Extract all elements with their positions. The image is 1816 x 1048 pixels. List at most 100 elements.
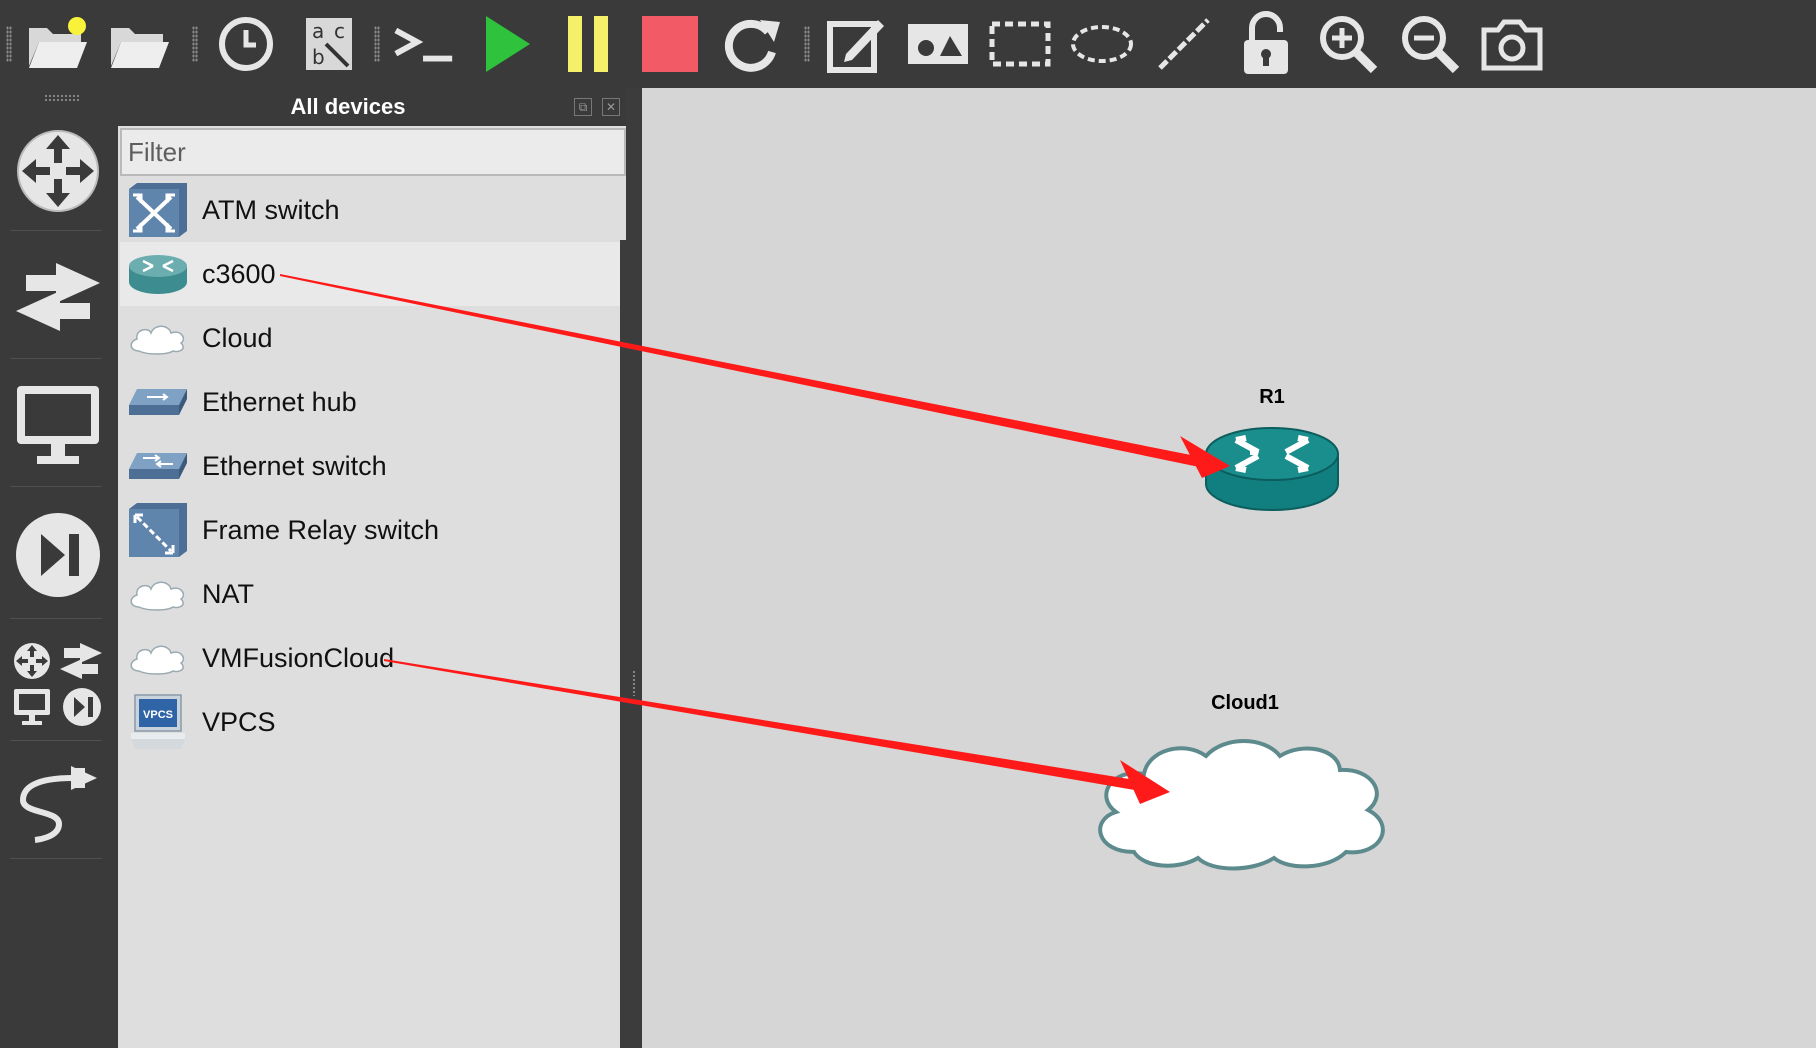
sidebar-separator xyxy=(10,230,102,231)
stop-all-button[interactable] xyxy=(636,10,704,78)
zoom-out-icon xyxy=(1402,16,1460,74)
add-link-button[interactable] xyxy=(10,748,106,858)
panel-header: All devices ⧉ ✕ xyxy=(118,88,630,126)
add-note-icon xyxy=(827,20,884,73)
node-label-r1: R1 xyxy=(1259,386,1285,408)
device-item-c3600[interactable]: c3600 xyxy=(120,242,626,306)
device-label: ATM switch xyxy=(202,194,340,225)
add-link-icon xyxy=(19,766,97,843)
snapshot-clock-icon xyxy=(219,17,273,71)
device-label: c3600 xyxy=(202,258,276,289)
draw-rectangle-icon xyxy=(989,21,1051,67)
reload-all-button[interactable] xyxy=(718,10,786,78)
add-note-button[interactable] xyxy=(822,10,890,78)
lock-button[interactable] xyxy=(1232,10,1300,78)
main-toolbar: a c b xyxy=(0,0,1816,88)
cloud-node-cloud1[interactable] xyxy=(1088,734,1404,872)
screenshot-button[interactable] xyxy=(1478,10,1546,78)
stop-icon xyxy=(642,16,698,72)
open-project-button[interactable] xyxy=(106,10,174,78)
pause-all-button[interactable] xyxy=(554,10,622,78)
device-item-atm-switch[interactable]: ATM switch xyxy=(120,178,626,242)
switches-icon xyxy=(16,263,100,331)
new-project-icon xyxy=(29,17,87,68)
toolbar-grip[interactable] xyxy=(192,26,198,62)
atm-switch-icon xyxy=(129,183,187,237)
device-item-vmfusioncloud[interactable]: VMFusionCloud xyxy=(120,626,626,690)
toolbar-grip[interactable] xyxy=(804,26,810,62)
end-devices-icon xyxy=(17,386,99,464)
device-item-nat[interactable]: NAT xyxy=(120,562,626,626)
device-item-frame-relay-switch[interactable]: Frame Relay switch xyxy=(120,498,626,562)
browse-switches-button[interactable] xyxy=(10,242,106,352)
browse-end-devices-button[interactable] xyxy=(10,370,106,480)
security-devices-icon xyxy=(16,513,100,597)
device-label: Cloud xyxy=(202,322,273,353)
device-label: VPCS xyxy=(202,706,276,737)
cloud-icon xyxy=(130,325,185,355)
svg-text:a: a xyxy=(312,19,324,43)
device-item-ethernet-switch[interactable]: Ethernet switch xyxy=(120,434,626,498)
device-list: ATM switch c3600 Cloud Ethernet hub Ethe… xyxy=(120,178,626,1048)
splitter-grip[interactable] xyxy=(632,670,636,696)
zoom-out-button[interactable] xyxy=(1396,10,1464,78)
panel-title: All devices xyxy=(118,90,578,124)
draw-ellipse-icon xyxy=(1071,25,1133,63)
topology-canvas[interactable] xyxy=(642,88,1816,1048)
start-all-button[interactable] xyxy=(472,10,540,78)
browse-security-devices-button[interactable] xyxy=(10,498,106,612)
draw-line-button[interactable] xyxy=(1150,10,1218,78)
zoom-in-button[interactable] xyxy=(1314,10,1382,78)
device-label: Ethernet switch xyxy=(202,450,387,481)
vmfusion-cloud-icon xyxy=(130,645,185,675)
snapshot-button[interactable] xyxy=(212,10,280,78)
router-node-r1[interactable] xyxy=(1202,422,1342,518)
insert-picture-button[interactable] xyxy=(904,10,972,78)
vpcs-icon-text: VPCS xyxy=(143,709,173,721)
device-item-cloud[interactable]: Cloud xyxy=(120,306,626,370)
svg-text:b: b xyxy=(312,45,325,69)
router-icon xyxy=(1205,427,1339,511)
device-label: NAT xyxy=(202,578,254,609)
node-label-cloud1: Cloud1 xyxy=(1211,692,1279,714)
console-icon xyxy=(394,27,453,62)
device-label: Frame Relay switch xyxy=(202,514,440,545)
device-filter-input[interactable] xyxy=(120,128,626,176)
show-interface-labels-button[interactable]: a c b xyxy=(294,10,362,78)
draw-line-icon xyxy=(1158,18,1210,70)
sidebar-separator xyxy=(10,618,102,619)
new-project-button[interactable] xyxy=(24,10,92,78)
reload-icon xyxy=(724,19,780,72)
device-type-sidebar xyxy=(0,88,118,1048)
console-button[interactable] xyxy=(390,10,458,78)
panel-splitter[interactable] xyxy=(626,88,642,1048)
sidebar-separator xyxy=(10,858,102,859)
toolbar-grip[interactable] xyxy=(374,26,380,62)
toolbar-grip[interactable] xyxy=(6,26,12,62)
device-label: VMFusionCloud xyxy=(202,642,395,673)
router-icon xyxy=(129,255,187,294)
screenshot-icon xyxy=(1481,19,1543,71)
insert-picture-icon xyxy=(908,24,968,64)
sidebar-separator xyxy=(10,740,102,741)
zoom-in-icon xyxy=(1320,16,1378,74)
close-panel-button[interactable]: ✕ xyxy=(602,98,620,116)
float-panel-button[interactable]: ⧉ xyxy=(574,98,592,116)
draw-ellipse-button[interactable] xyxy=(1068,10,1136,78)
device-item-vpcs[interactable]: VPCS VPCS xyxy=(120,690,626,754)
open-project-icon xyxy=(111,28,169,68)
routers-icon xyxy=(17,130,99,212)
draw-rectangle-button[interactable] xyxy=(986,10,1054,78)
devices-dock-panel: All devices ⧉ ✕ ATM switch xyxy=(118,88,630,1048)
browse-all-devices-button[interactable] xyxy=(10,628,106,738)
svg-text:c: c xyxy=(334,19,345,43)
nat-cloud-icon xyxy=(130,581,185,611)
browse-routers-button[interactable] xyxy=(10,118,106,224)
start-icon xyxy=(486,16,530,72)
lock-icon xyxy=(1244,11,1288,74)
device-item-ethernet-hub[interactable]: Ethernet hub xyxy=(120,370,626,434)
vpcs-icon: VPCS xyxy=(131,694,185,749)
all-devices-icon xyxy=(14,643,102,726)
sidebar-grip[interactable] xyxy=(44,94,80,102)
sidebar-separator xyxy=(10,486,102,487)
